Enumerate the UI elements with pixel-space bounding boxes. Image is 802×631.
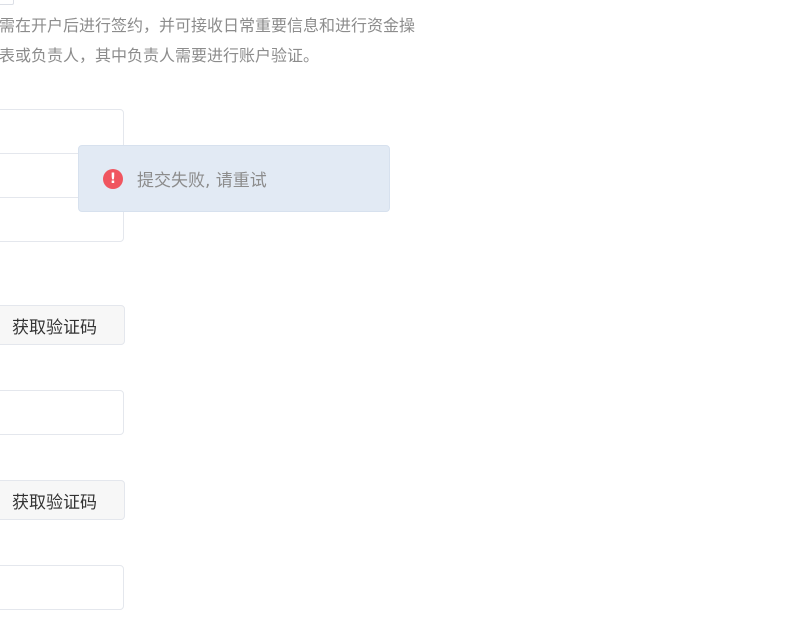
get-verification-code-label-2: 获取验证码 [12,492,97,513]
description-line-2: 表或负责人，其中负责人需要进行账户验证。 [0,46,320,65]
agreement-checkbox[interactable] [0,0,14,5]
error-toast: ! 提交失败, 请重试 [78,145,390,212]
get-verification-code-button-2[interactable]: 获取验证码 [0,480,125,520]
get-verification-code-button-1[interactable]: 获取验证码 [0,305,125,345]
verification-code-input-2[interactable] [0,565,124,610]
error-icon: ! [103,168,123,189]
account-form-page: 需在开户后进行签约，并可接收日常重要信息和进行资金操 表或负责人，其中负责人需要… [0,0,802,631]
form-description: 需在开户后进行签约，并可接收日常重要信息和进行资金操 表或负责人，其中负责人需要… [0,11,499,71]
verification-code-input-1[interactable] [0,390,124,435]
get-verification-code-label-1: 获取验证码 [12,317,97,338]
toast-message: 提交失败, 请重试 [137,171,267,191]
description-line-1: 需在开户后进行签约，并可接收日常重要信息和进行资金操 [0,16,416,35]
